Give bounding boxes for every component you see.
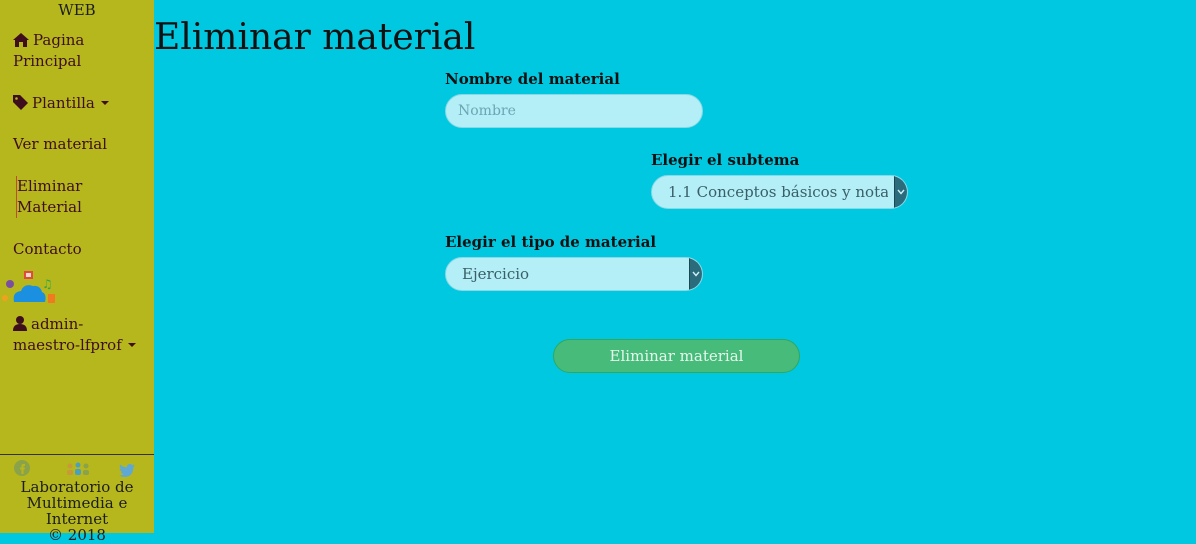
chevron-down-icon[interactable]: [894, 176, 907, 208]
user-icon: [13, 315, 31, 333]
footer-text: Laboratorio de Multimedia e Internet: [20, 478, 134, 528]
tag-icon: [13, 94, 32, 112]
copyright-text: © 2018: [48, 526, 106, 544]
name-field-label: Nombre del material: [445, 70, 620, 88]
eliminar-material-button[interactable]: Eliminar material: [553, 339, 800, 373]
subtema-value: 1.1 Conceptos básicos y notación: [668, 183, 888, 201]
tipo-label: Elegir el tipo de material: [445, 233, 657, 251]
sidebar-item-label: Plantilla: [32, 94, 95, 112]
svg-text:♫: ♫: [42, 277, 53, 291]
brand-text: WEB: [58, 1, 96, 19]
subtema-select[interactable]: 1.1 Conceptos básicos y notación: [651, 175, 908, 209]
page-title: Eliminar material: [154, 17, 476, 58]
sidebar-item-ver-material[interactable]: Ver material: [13, 134, 107, 155]
lab-logo: ♫: [2, 270, 58, 310]
sidebar-item-contacto[interactable]: Contacto: [13, 239, 82, 260]
sidebar-footer: Laboratorio de Multimedia e Internet © 2…: [0, 454, 154, 543]
sidebar-item-label: Ver material: [13, 135, 108, 153]
user-menu[interactable]: admin-maestro-lfprof: [13, 314, 148, 356]
chevron-down-icon[interactable]: [689, 258, 702, 290]
material-name-input[interactable]: [445, 94, 703, 128]
facebook-icon[interactable]: [14, 460, 30, 480]
home-icon: [13, 31, 33, 49]
sidebar-item-plantilla[interactable]: Plantilla: [13, 93, 109, 114]
caret-down-icon: [127, 343, 136, 347]
sidebar-item-label: Contacto: [13, 240, 82, 258]
tipo-material-select[interactable]: Ejercicio: [445, 257, 703, 291]
tipo-value: Ejercicio: [462, 265, 530, 283]
sidebar-item-eliminar-material[interactable]: Eliminar Material: [16, 176, 97, 218]
caret-down-icon: [100, 101, 109, 105]
sidebar: WEB Pagina Principal Plantilla Ver mater…: [0, 0, 154, 543]
sidebar-item-label: Eliminar Material: [17, 177, 83, 216]
subtema-label: Elegir el subtema: [651, 151, 800, 169]
sidebar-item-home[interactable]: Pagina Principal: [13, 30, 143, 72]
footer-lab-name: Laboratorio de Multimedia e Internet © 2…: [0, 479, 154, 543]
